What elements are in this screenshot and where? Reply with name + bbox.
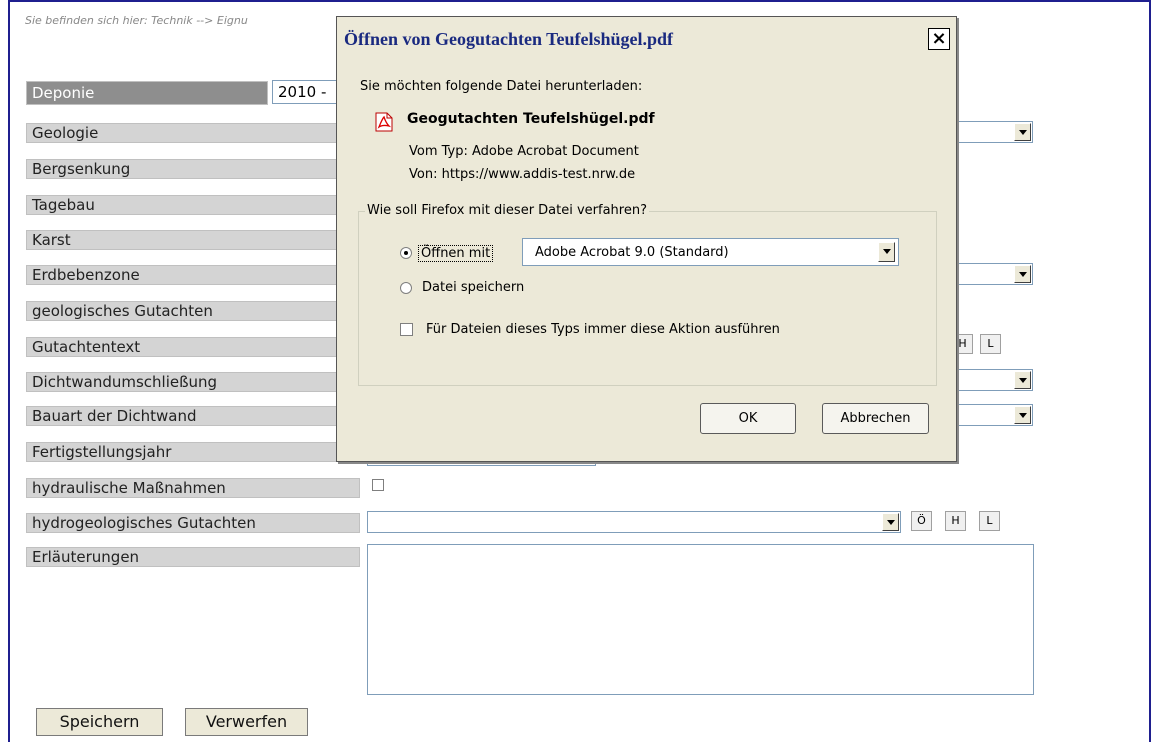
always-action-checkbox[interactable] — [400, 323, 413, 336]
discard-button[interactable]: Verwerfen — [185, 708, 308, 736]
deponie-year-select[interactable]: 2010 - — [272, 80, 342, 104]
dialog-file-name: Geogutachten Teufelshügel.pdf — [407, 111, 655, 127]
breadcrumb: Sie befinden sich hier: Technik --> Eign… — [25, 14, 248, 27]
ok-button[interactable]: OK — [700, 403, 796, 434]
label-hydraulische-massnahmen: hydraulische Maßnahmen — [26, 478, 360, 498]
save-button[interactable]: Speichern — [36, 708, 163, 736]
chevron-down-icon[interactable] — [878, 242, 895, 262]
chevron-down-icon[interactable] — [1014, 406, 1031, 424]
hydrogeo-l-button[interactable]: L — [979, 511, 1000, 531]
hydraulische-massnahmen-checkbox[interactable] — [372, 479, 384, 491]
chevron-down-icon[interactable] — [1014, 265, 1031, 283]
dialog-title-bar[interactable]: Öffnen von Geogutachten Teufelshügel.pdf… — [337, 17, 956, 63]
open-with-value: Adobe Acrobat 9.0 (Standard) — [535, 245, 729, 260]
download-dialog: Öffnen von Geogutachten Teufelshügel.pdf… — [336, 16, 957, 462]
dialog-file-source: Von: https://www.addis-test.nrw.de — [409, 167, 636, 182]
save-file-radio[interactable] — [400, 282, 412, 294]
label-karst: Karst — [26, 230, 360, 250]
close-icon[interactable]: × — [928, 28, 950, 50]
dialog-intro: Sie möchten folgende Datei herunterladen… — [360, 79, 643, 94]
label-bauart-der-dichtwand: Bauart der Dichtwand — [26, 406, 360, 426]
open-with-radio[interactable] — [400, 247, 412, 259]
label-geologie: Geologie — [26, 123, 360, 143]
label-fertigstellungsjahr: Fertigstellungsjahr — [26, 442, 360, 462]
label-tagebau: Tagebau — [26, 195, 360, 215]
chevron-down-icon[interactable] — [882, 513, 899, 531]
open-with-label[interactable]: Öffnen mit — [418, 245, 494, 262]
pdf-file-icon — [375, 112, 393, 132]
label-erlaeuterungen: Erläuterungen — [26, 547, 360, 567]
chevron-down-icon[interactable] — [1014, 123, 1031, 141]
hydrogeo-o-button[interactable]: Ö — [911, 511, 932, 531]
save-file-label[interactable]: Datei speichern — [422, 280, 524, 295]
deponie-label: Deponie — [26, 81, 268, 105]
label-dichtwandumschliessung: Dichtwandumschließung — [26, 372, 360, 392]
erlaeuterungen-textarea[interactable] — [367, 544, 1034, 695]
chevron-down-icon[interactable] — [1014, 371, 1031, 389]
label-erdbebenzone: Erdbebenzone — [26, 265, 360, 285]
hydrogeo-h-button[interactable]: H — [945, 511, 966, 531]
dialog-title: Öffnen von Geogutachten Teufelshügel.pdf — [344, 29, 674, 49]
label-hydrogeologisches-gutachten: hydrogeologisches Gutachten — [26, 513, 360, 533]
action-group-title: Wie soll Firefox mit dieser Datei verfah… — [365, 203, 649, 218]
open-with-select[interactable]: Adobe Acrobat 9.0 (Standard) — [522, 238, 899, 266]
always-action-label[interactable]: Für Dateien dieses Typs immer diese Akti… — [426, 322, 780, 337]
cancel-button[interactable]: Abbrechen — [822, 403, 929, 434]
hydrogeologisches-gutachten-dropdown[interactable] — [367, 511, 901, 533]
gutachtentext-l-button[interactable]: L — [980, 334, 1001, 354]
label-gutachtentext: Gutachtentext — [26, 337, 360, 357]
dialog-file-type: Vom Typ: Adobe Acrobat Document — [409, 144, 639, 159]
label-geologisches-gutachten: geologisches Gutachten — [26, 301, 360, 321]
label-bergsenkung: Bergsenkung — [26, 159, 360, 179]
